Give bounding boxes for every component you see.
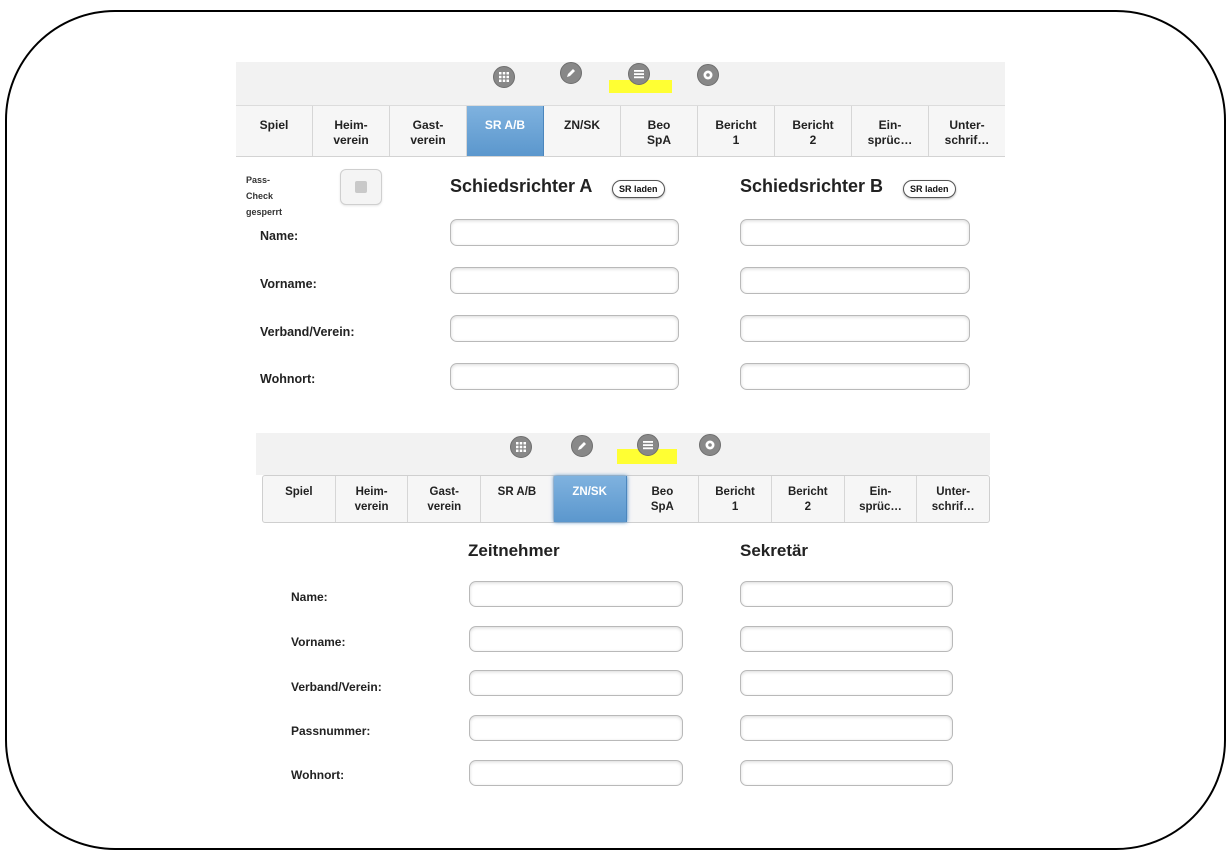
sr-b-name-field[interactable] xyxy=(740,219,970,246)
sk-name-field[interactable] xyxy=(740,581,953,607)
gear-icon[interactable] xyxy=(699,434,721,456)
tab-spiel[interactable]: Spiel xyxy=(263,476,336,522)
tab-spiel[interactable]: Spiel xyxy=(236,106,313,156)
sr-b-vorname-field[interactable] xyxy=(740,267,970,294)
zn-verband-field[interactable] xyxy=(469,670,683,696)
sr-laden-b-button[interactable]: SR laden xyxy=(903,180,956,198)
label-vorname: Vorname: xyxy=(291,635,346,649)
tab-sr-ab[interactable]: SR A/B xyxy=(481,476,554,522)
icon-toolbar xyxy=(236,62,1005,105)
zn-wohnort-field[interactable] xyxy=(469,760,683,786)
label-verband-verein: Verband/Verein: xyxy=(291,680,382,694)
sr-laden-a-button[interactable]: SR laden xyxy=(612,180,665,198)
tab-beo-spa[interactable]: Beo SpA xyxy=(621,106,698,156)
pencil-icon[interactable] xyxy=(571,435,593,457)
tab-beo-spa[interactable]: Beo SpA xyxy=(627,476,700,522)
sr-a-verband-field[interactable] xyxy=(450,315,679,342)
tab-heimverein[interactable]: Heim- verein xyxy=(313,106,390,156)
label-wohnort: Wohnort: xyxy=(260,372,316,386)
tab-gastverein[interactable]: Gast- verein xyxy=(390,106,467,156)
sr-a-name-field[interactable] xyxy=(450,219,679,246)
sk-wohnort-field[interactable] xyxy=(740,760,953,786)
pass-check-label: Pass- Check gesperrt xyxy=(246,175,283,217)
sk-vorname-field[interactable] xyxy=(740,626,953,652)
gear-icon[interactable] xyxy=(697,64,719,86)
tab-zn-sk[interactable]: ZN/SK xyxy=(553,476,627,522)
tab-unterschriften[interactable]: Unter- schrif… xyxy=(917,476,989,522)
pass-check-toggle[interactable] xyxy=(340,169,382,205)
sr-b-wohnort-field[interactable] xyxy=(740,363,970,390)
tab-einsprueche[interactable]: Ein- sprüc… xyxy=(845,476,918,522)
label-wohnort: Wohnort: xyxy=(291,768,345,782)
grid-icon[interactable] xyxy=(510,436,532,458)
list-icon[interactable] xyxy=(628,63,650,85)
tab-bericht-1[interactable]: Bericht 1 xyxy=(698,106,775,156)
label-verband-verein: Verband/Verein: xyxy=(260,325,355,339)
sk-passnummer-field[interactable] xyxy=(740,715,953,741)
tab-bericht-2[interactable]: Bericht 2 xyxy=(772,476,845,522)
tab-bar: Spiel Heim- verein Gast- verein SR A/B Z… xyxy=(236,105,1005,157)
tab-bericht-2[interactable]: Bericht 2 xyxy=(775,106,852,156)
sr-a-wohnort-field[interactable] xyxy=(450,363,679,390)
label-vorname: Vorname: xyxy=(260,277,317,291)
sr-a-vorname-field[interactable] xyxy=(450,267,679,294)
list-icon[interactable] xyxy=(637,434,659,456)
icon-toolbar xyxy=(256,433,990,475)
label-name: Name: xyxy=(260,229,299,243)
grid-icon[interactable] xyxy=(493,66,515,88)
zn-vorname-field[interactable] xyxy=(469,626,683,652)
tab-gastverein[interactable]: Gast- verein xyxy=(408,476,482,522)
heading-schiedsrichter-b: Schiedsrichter B xyxy=(740,176,884,196)
zn-name-field[interactable] xyxy=(469,581,683,607)
tab-heimverein[interactable]: Heim- verein xyxy=(336,476,409,522)
sk-verband-field[interactable] xyxy=(740,670,953,696)
tab-zn-sk[interactable]: ZN/SK xyxy=(544,106,621,156)
panel-sr-ab: Spiel Heim- verein Gast- verein SR A/B Z… xyxy=(236,62,1005,407)
tab-bar: Spiel Heim- verein Gast- verein SR A/B Z… xyxy=(262,475,990,523)
heading-sekretaer: Sekretär xyxy=(740,541,809,560)
tab-sr-ab[interactable]: SR A/B xyxy=(467,106,544,156)
tab-bericht-1[interactable]: Bericht 1 xyxy=(699,476,772,522)
checkbox-square-icon xyxy=(355,181,367,193)
sr-b-verband-field[interactable] xyxy=(740,315,970,342)
zn-passnummer-field[interactable] xyxy=(469,715,683,741)
heading-schiedsrichter-a: Schiedsrichter A xyxy=(450,176,593,196)
label-name: Name: xyxy=(291,590,328,604)
label-passnummer: Passnummer: xyxy=(291,724,371,738)
tab-einsprueche[interactable]: Ein- sprüc… xyxy=(852,106,929,156)
heading-zeitnehmer: Zeitnehmer xyxy=(468,541,560,560)
panel-zn-sk: Spiel Heim- verein Gast- verein SR A/B Z… xyxy=(256,433,990,793)
pencil-icon[interactable] xyxy=(560,62,582,84)
tab-unterschriften[interactable]: Unter- schrif… xyxy=(929,106,1005,156)
